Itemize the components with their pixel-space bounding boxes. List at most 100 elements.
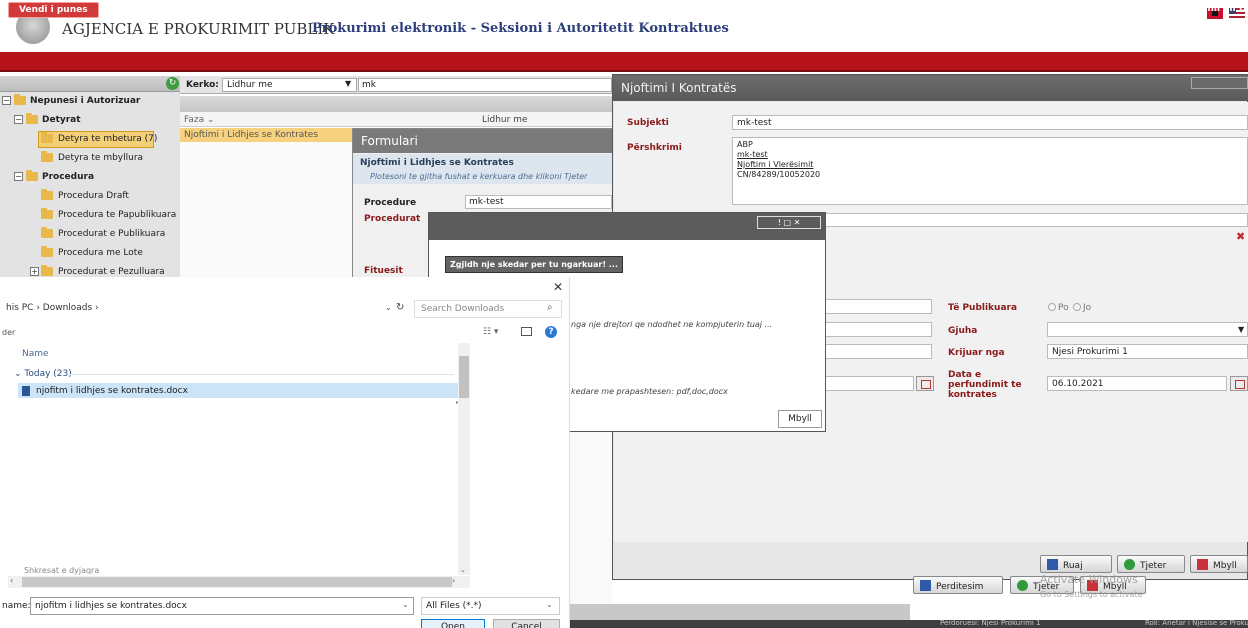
text-field[interactable] xyxy=(822,299,932,314)
save-button[interactable]: Ruaj xyxy=(1040,555,1112,573)
formulari-title[interactable]: Formulari xyxy=(353,129,613,153)
procedure-label: Procedure xyxy=(364,198,417,208)
calendar-icon[interactable] xyxy=(916,376,934,391)
close-label: Mbyll xyxy=(1213,561,1237,571)
nav-portali[interactable]: Portali xyxy=(117,4,151,14)
group-divider xyxy=(70,374,454,375)
help-icon[interactable]: ? xyxy=(545,326,557,338)
krijuar-nga-field[interactable]: Njesi Prokurimi 1 xyxy=(1047,344,1248,359)
upload-extensions-hint: kedare me prapashtesen: pdf,doc,docx xyxy=(571,387,728,396)
procedure-field[interactable]: mk-test xyxy=(465,195,612,209)
chevron-down-icon[interactable]: ▼ xyxy=(345,79,351,88)
column-faza-label: Faza xyxy=(184,115,205,125)
activation-watermark: Activate Windows xyxy=(1040,573,1138,586)
data-perfundimit-field[interactable]: 06.10.2021 xyxy=(1047,376,1227,391)
pershkrimi-line: Njoftim i Vlerësimit xyxy=(737,160,814,169)
njoftimi-title[interactable]: Njoftimi I Kontratës xyxy=(613,75,1248,101)
collapse-icon[interactable]: − xyxy=(2,96,11,105)
open-button[interactable]: Open xyxy=(421,619,485,628)
column-header-name[interactable]: Name xyxy=(22,349,49,359)
date-field[interactable] xyxy=(822,376,914,391)
breadcrumb[interactable]: his PC › Downloads › xyxy=(2,301,406,317)
text-field[interactable] xyxy=(822,344,932,359)
refresh-icon[interactable]: ↻ xyxy=(166,77,179,90)
view-options-icon[interactable]: ☷ ▾ xyxy=(483,327,498,337)
group-header[interactable]: ⌄ Today (23) xyxy=(14,369,72,379)
chevron-down-icon[interactable]: ⌄ xyxy=(546,600,553,609)
tree-item-procedura[interactable]: − Procedura xyxy=(0,168,180,187)
tree-item-detyra-te-mbyllura[interactable]: Detyra te mbyllura xyxy=(0,149,180,168)
folder-icon xyxy=(41,227,53,238)
folder-icon xyxy=(41,151,53,162)
search-icon[interactable]: ⌕ xyxy=(547,302,553,313)
radio-po[interactable]: Po xyxy=(1048,303,1069,313)
scroll-right-icon[interactable]: › xyxy=(452,576,455,585)
folder-icon xyxy=(26,113,38,124)
group-label: Today (23) xyxy=(24,369,72,379)
tree-item-procedura-me-lote[interactable]: Procedura me Lote xyxy=(0,244,180,263)
collapse-icon[interactable]: − xyxy=(14,115,23,124)
search-input[interactable]: Search Downloads xyxy=(414,300,562,318)
app-subtitle: Prokurimi elektronik - Seksioni i Autori… xyxy=(312,21,729,36)
save-icon xyxy=(1047,559,1058,570)
refresh-icon[interactable]: ↻ xyxy=(396,302,404,313)
radio-icon xyxy=(1048,303,1056,311)
update-button[interactable]: Perditesim xyxy=(913,576,1003,594)
subjekti-field[interactable]: mk-test xyxy=(732,115,1248,130)
fituesit-label: Fituesit xyxy=(364,266,403,276)
close-icon[interactable]: ✕ xyxy=(553,280,563,294)
scrollbar-thumb[interactable] xyxy=(22,577,452,587)
chevron-down-icon[interactable]: ▼ xyxy=(1238,325,1244,334)
data-perfundimit-label: Data e perfundimit te kontrates xyxy=(948,370,1022,400)
nav-vendi-i-punes[interactable]: Vendi i punes xyxy=(8,2,99,18)
close-icon xyxy=(1197,559,1208,570)
scroll-down-icon[interactable]: ⌄ xyxy=(460,566,466,574)
preview-pane-icon[interactable] xyxy=(521,327,532,336)
nav-di[interactable]: Di xyxy=(1239,4,1248,14)
pershkrimi-textarea[interactable]: ABP mk-test Njoftim i Vlerësimit CN/8428… xyxy=(732,137,1248,205)
scroll-left-icon[interactable]: ‹ xyxy=(10,576,13,585)
chevron-down-icon[interactable]: ⌄ xyxy=(402,600,409,609)
word-file-icon xyxy=(22,386,30,396)
file-name-input[interactable]: njofitm i lidhjes se kontrates.docx xyxy=(30,597,414,615)
radio-jo-label: Jo xyxy=(1083,303,1092,313)
column-header-lidhur-me[interactable]: Lidhur me xyxy=(482,115,528,125)
expand-icon[interactable]: + xyxy=(30,267,39,276)
tree-toolbar: ↻ xyxy=(0,76,180,92)
file-row-partial[interactable]: Shkresat e dyjaqra xyxy=(24,566,99,575)
radio-icon xyxy=(1073,303,1081,311)
calendar-icon[interactable] xyxy=(1230,376,1248,391)
nav-profili-im[interactable]: Profili im xyxy=(1190,4,1236,14)
file-type-select[interactable]: All Files (*.*) xyxy=(421,597,560,615)
file-name: njofitm i lidhjes se kontrates.docx xyxy=(36,386,188,396)
close-button[interactable]: Mbyll xyxy=(1190,555,1248,573)
collapse-icon[interactable]: − xyxy=(14,172,23,181)
cancel-button[interactable]: Cancel xyxy=(493,619,560,628)
gjuha-select[interactable] xyxy=(1047,322,1248,337)
tree-item-procedura-te-papublikuara[interactable]: Procedura te Papublikuara xyxy=(0,206,180,225)
new-folder-button[interactable]: der xyxy=(2,328,15,337)
search-input[interactable]: mk xyxy=(358,78,612,92)
navigation-tree: − Nepunesi i Autorizuar − Detyrat Detyra… xyxy=(0,92,180,280)
tree-item-detyrat[interactable]: − Detyrat xyxy=(0,111,180,130)
text-field[interactable] xyxy=(822,213,1248,227)
scrollbar-thumb[interactable] xyxy=(459,356,469,398)
tree-root[interactable]: − Nepunesi i Autorizuar xyxy=(0,92,180,111)
agency-title: AGJENCIA E PROKURIMIT PUBLIK xyxy=(62,20,335,38)
tree-item-detyra-te-mbetura[interactable]: Detyra te mbetura (7) xyxy=(38,130,157,149)
upload-close-button[interactable]: Mbyll xyxy=(778,410,822,428)
tree-item-label: Procedura te Papublikuara xyxy=(58,210,177,220)
choose-file-button[interactable]: Zgjidh nje skedar per tu ngarkuar! ... xyxy=(445,256,623,273)
window-controls-icon[interactable] xyxy=(1191,77,1248,89)
tree-item-procedura-draft[interactable]: Procedura Draft xyxy=(0,187,180,206)
chevron-down-icon[interactable]: ⌄ xyxy=(385,303,392,312)
radio-jo[interactable]: Jo xyxy=(1073,303,1091,313)
text-field[interactable] xyxy=(822,322,932,337)
window-controls-icon[interactable]: ! □ ✕ xyxy=(757,216,821,229)
remove-icon[interactable]: ✖ xyxy=(1236,230,1245,243)
next-button[interactable]: Tjeter xyxy=(1117,555,1185,573)
search-field-select[interactable]: Lidhur me xyxy=(222,78,357,92)
nav-ndihma[interactable]: Ndihma xyxy=(1150,4,1189,14)
tree-item-procedurat-e-publikuara[interactable]: Procedurat e Publikuara xyxy=(0,225,180,244)
column-header-faza[interactable]: Faza ⌄ xyxy=(184,115,215,125)
